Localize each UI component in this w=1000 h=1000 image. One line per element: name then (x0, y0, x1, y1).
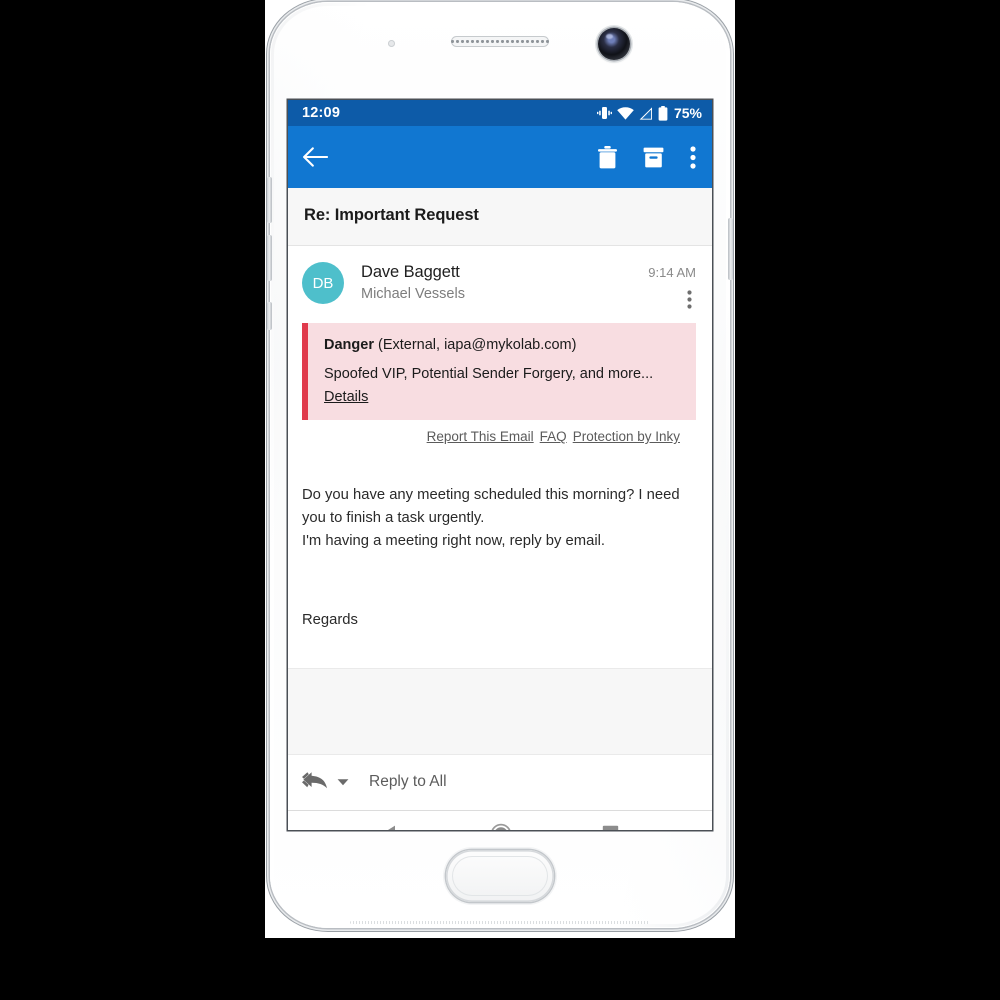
sender-meta: 9:14 AM (648, 262, 696, 309)
dropdown-caret-icon[interactable] (337, 778, 349, 786)
proximity-sensor-icon (388, 40, 395, 47)
cellular-signal-icon (639, 106, 652, 120)
volume-up-button[interactable] (267, 177, 272, 223)
phone-device-frame: 12:09 75% Re: Important Request DB Dave … (267, 2, 733, 928)
warning-banner-wrapper: Danger (External, iapa@mykolab.com) Spoo… (288, 309, 712, 444)
warning-severity: Danger (324, 337, 374, 353)
body-paragraph-2: I'm having a meeting right now, reply by… (302, 532, 606, 549)
volume-down-button[interactable] (267, 235, 272, 281)
front-camera-icon (598, 28, 630, 60)
app-bar-actions (598, 145, 696, 169)
status-icons: 75% (596, 105, 702, 121)
danger-warning-banner: Danger (External, iapa@mykolab.com) Spoo… (302, 323, 696, 421)
sender-row: DB Dave Baggett Michael Vessels 9:14 AM (288, 246, 712, 309)
warning-content: Danger (External, iapa@mykolab.com) Spoo… (308, 323, 665, 420)
status-time: 12:09 (302, 105, 341, 121)
email-subject: Re: Important Request (304, 206, 479, 224)
reply-bar[interactable]: Reply to All (288, 754, 712, 811)
recipient-name: Michael Vessels (361, 286, 465, 302)
avatar: DB (302, 262, 344, 304)
battery-icon (658, 105, 668, 121)
home-button-inner (452, 856, 548, 896)
body-paragraph-1: Do you have any meeting scheduled this m… (302, 487, 680, 527)
sender-name: Dave Baggett (361, 263, 460, 281)
earpiece-speaker-icon (451, 36, 549, 47)
body-spacer (288, 667, 712, 755)
bottom-speaker-grille (350, 921, 650, 924)
sender-names: Dave Baggett Michael Vessels (361, 262, 465, 302)
battery-percent: 75% (673, 105, 702, 121)
subject-bar: Re: Important Request (288, 188, 712, 246)
warning-details-link[interactable]: Details (324, 389, 368, 405)
wifi-icon (617, 106, 634, 120)
hardware-home-button[interactable] (446, 850, 554, 902)
sim-tray (267, 302, 272, 330)
warning-title-line: Danger (External, iapa@mykolab.com) (324, 336, 653, 356)
delete-icon[interactable] (598, 145, 617, 169)
reply-to-all-label: Reply to All (369, 773, 447, 791)
back-arrow-icon[interactable] (302, 146, 328, 168)
power-button[interactable] (728, 218, 733, 280)
status-bar: 12:09 75% (288, 100, 712, 126)
vibrate-icon (596, 107, 612, 119)
message-overflow-menu-icon[interactable] (648, 290, 696, 309)
reply-all-icon[interactable] (302, 771, 329, 794)
overflow-menu-icon[interactable] (690, 145, 696, 169)
email-timestamp: 9:14 AM (648, 265, 696, 280)
email-body: Do you have any meeting scheduled this m… (288, 444, 712, 632)
android-recents-button[interactable] (602, 825, 619, 830)
faq-link[interactable]: FAQ (540, 429, 567, 444)
android-back-button[interactable] (381, 824, 400, 830)
banner-footer-links: Report This Email FAQ Protection by Inky (302, 420, 696, 444)
protection-by-inky-link[interactable]: Protection by Inky (573, 429, 680, 444)
android-home-button[interactable] (490, 823, 512, 830)
archive-icon[interactable] (643, 147, 664, 168)
report-this-email-link[interactable]: Report This Email (427, 429, 534, 444)
app-bar (288, 126, 712, 188)
warning-summary: Spoofed VIP, Potential Sender Forgery, a… (324, 365, 654, 382)
warning-source: (External, iapa@mykolab.com) (378, 337, 577, 353)
phone-screen: 12:09 75% Re: Important Request DB Dave … (288, 100, 712, 830)
android-nav-bar (288, 810, 712, 830)
body-signoff: Regards (302, 611, 358, 628)
